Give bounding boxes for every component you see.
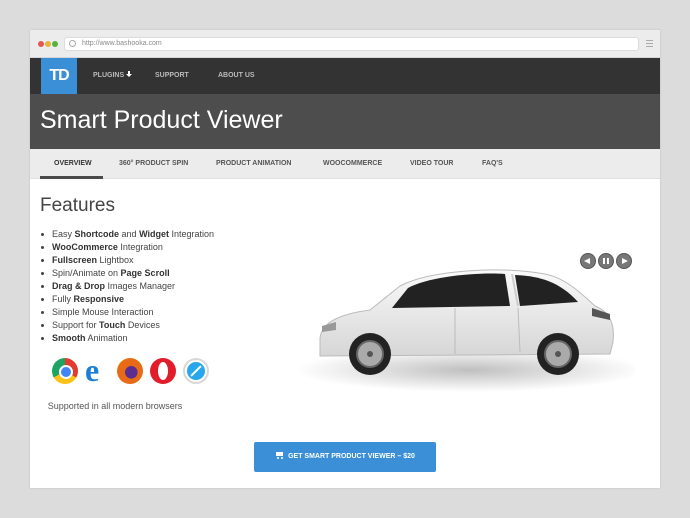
list-item: Spin/Animate on Page Scroll [40, 267, 214, 280]
buy-button[interactable]: GET SMART PRODUCT VIEWER – $20 [254, 442, 436, 472]
site-info-icon[interactable] [69, 40, 76, 47]
tab-overview[interactable]: OVERVIEW [54, 149, 92, 179]
nav-support[interactable]: SUPPORT [155, 58, 218, 94]
sub-nav: OVERVIEW 360° PRODUCT SPIN PRODUCT ANIMA… [30, 149, 660, 179]
arrow-down-icon [126, 71, 133, 78]
browser-toolbar: http://www.bashooka.com [30, 30, 660, 58]
nav-plugins-label: PLUGINS [93, 72, 125, 79]
list-item: Fullscreen Lightbox [40, 254, 214, 267]
url-text: http://www.bashooka.com [82, 40, 162, 47]
page-title: Smart Product Viewer [40, 106, 283, 134]
active-tab-indicator [40, 176, 103, 179]
list-item: Easy Shortcode and Widget Integration [40, 228, 214, 241]
list-item: WooCommerce Integration [40, 241, 214, 254]
address-bar[interactable]: http://www.bashooka.com [64, 37, 639, 51]
list-item: Drag & Drop Images Manager [40, 280, 214, 293]
product-viewer-image[interactable] [280, 242, 635, 412]
supported-browsers-text: Supported in all modern browsers [47, 401, 183, 411]
safari-icon [183, 358, 209, 384]
opera-icon [150, 358, 176, 384]
list-item: Simple Mouse Interaction [40, 306, 214, 319]
edge-icon: e [84, 354, 110, 386]
nav-about-us[interactable]: ABOUT US [218, 58, 255, 94]
browser-window: http://www.bashooka.com TD PLUGINS SUPPO… [30, 30, 660, 488]
cart-icon [275, 452, 284, 459]
browser-menu-icon[interactable] [646, 40, 653, 47]
maximize-window-icon[interactable] [52, 41, 58, 47]
minimize-window-icon[interactable] [45, 41, 51, 47]
tab-woocommerce[interactable]: WOOCOMMERCE [323, 149, 382, 179]
site-logo[interactable]: TD [41, 58, 77, 94]
tab-video-tour[interactable]: VIDEO TOUR [410, 149, 453, 179]
top-nav: PLUGINS SUPPORT ABOUT US [93, 58, 255, 94]
list-item: Smooth Animation [40, 332, 214, 345]
tab-faqs[interactable]: FAQ'S [482, 149, 503, 179]
hero-banner: Smart Product Viewer [30, 94, 660, 149]
tab-product-animation[interactable]: PRODUCT ANIMATION [216, 149, 291, 179]
close-window-icon[interactable] [38, 41, 44, 47]
tab-360-product-spin[interactable]: 360° PRODUCT SPIN [119, 149, 188, 179]
buy-button-label: GET SMART PRODUCT VIEWER – $20 [288, 453, 415, 460]
list-item: Support for Touch Devices [40, 319, 214, 332]
features-heading: Features [40, 195, 115, 216]
list-item: Fully Responsive [40, 293, 214, 306]
features-list: Easy Shortcode and Widget Integration Wo… [40, 228, 214, 345]
chrome-icon [52, 358, 78, 384]
nav-plugins[interactable]: PLUGINS [93, 58, 155, 94]
firefox-icon [117, 358, 143, 384]
site-header: TD PLUGINS SUPPORT ABOUT US [30, 58, 660, 94]
